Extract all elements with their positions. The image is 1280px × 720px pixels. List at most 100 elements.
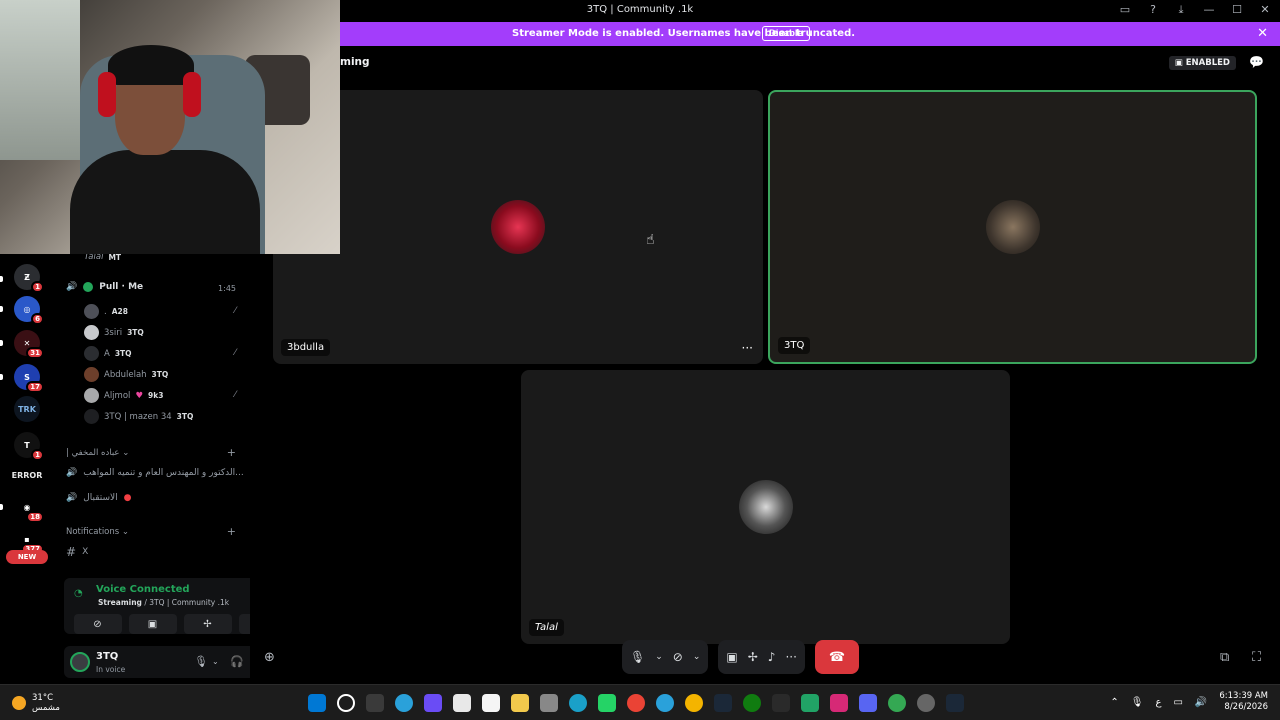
- task-view-icon[interactable]: [366, 694, 384, 712]
- chevron-down-icon[interactable]: ⌄: [693, 652, 701, 662]
- new-pill[interactable]: NEW: [6, 550, 48, 564]
- user-name: 3TQ | mazen 34: [104, 411, 172, 422]
- text-channel[interactable]: # X: [66, 545, 88, 559]
- telegram-icon[interactable]: [395, 694, 413, 712]
- microphone-icon[interactable]: 🎙: [1131, 697, 1144, 708]
- voice-channel[interactable]: 🔊 الاستقبال ●: [66, 493, 132, 503]
- server-icon[interactable]: S 17: [14, 364, 44, 393]
- server-icon[interactable]: Ƶ1: [14, 264, 44, 293]
- store-icon[interactable]: [453, 694, 471, 712]
- telegram-icon[interactable]: [656, 694, 674, 712]
- voice-user[interactable]: . A28: [84, 304, 128, 319]
- chevron-down-icon[interactable]: ⌄: [655, 652, 663, 662]
- server-icon[interactable]: T1: [14, 432, 44, 461]
- server-icon[interactable]: ✕ 31: [14, 330, 44, 359]
- disable-streamer-mode-button[interactable]: Disable: [762, 26, 810, 41]
- avatar: [84, 367, 99, 382]
- inbox-icon[interactable]: ▭: [1118, 3, 1132, 17]
- close-banner-icon[interactable]: ✕: [1257, 26, 1268, 41]
- channel-name: الاستقبال: [83, 493, 118, 503]
- server-rail: Ƶ1 ◎ 6 ✕ 31 S 17 TRK T1 ERROR ◉ 18 ▪ 377 NEW: [0, 254, 54, 684]
- chevron-down-icon[interactable]: ⌄: [212, 657, 219, 666]
- heart-icon: ♥: [135, 390, 144, 401]
- voice-connected-title[interactable]: Voice Connected: [96, 584, 190, 595]
- voice-user[interactable]: Abdulelah 3TQ: [84, 367, 168, 382]
- camera-off-icon[interactable]: ⊘: [673, 650, 683, 664]
- share-screen-icon[interactable]: ▣: [726, 650, 737, 664]
- maximize-icon[interactable]: ☐: [1230, 3, 1244, 17]
- voice-user[interactable]: A 3TQ: [84, 346, 132, 361]
- minimize-icon[interactable]: —: [1202, 3, 1216, 17]
- close-window-icon[interactable]: ✕: [1258, 3, 1272, 17]
- volume-icon[interactable]: 🔊: [1195, 697, 1207, 708]
- chat-icon[interactable]: 💬: [1249, 55, 1264, 69]
- streamer-mode-enabled-badge[interactable]: ▣ ENABLED: [1168, 56, 1236, 70]
- category-header[interactable]: | عباده المخفي ⌄: [66, 448, 129, 458]
- voice-channel-name: Pull · Me: [99, 282, 144, 292]
- server-icon[interactable]: ▪ 377: [14, 526, 44, 555]
- discord-icon[interactable]: [859, 694, 877, 712]
- xbox-icon[interactable]: [743, 694, 761, 712]
- user-name: 3siri: [104, 327, 123, 338]
- search-icon[interactable]: [337, 694, 355, 712]
- disconnect-button[interactable]: ☎: [814, 640, 859, 674]
- language-indicator[interactable]: ع: [1156, 697, 1162, 708]
- channel-header-title: ming: [340, 56, 370, 68]
- steam-icon[interactable]: [714, 694, 732, 712]
- voice-user[interactable]: 3siri 3TQ: [84, 325, 144, 340]
- server-icon[interactable]: TRK: [14, 396, 40, 422]
- add-channel-icon[interactable]: +: [227, 446, 236, 459]
- muted-icon: ⁄: [234, 306, 236, 316]
- avatar: [738, 480, 793, 534]
- activities-button[interactable]: ✢: [183, 614, 232, 634]
- start-icon[interactable]: [308, 694, 326, 712]
- server-icon[interactable]: ◉ 18: [14, 494, 44, 523]
- server-icon[interactable]: ERROR: [12, 462, 42, 488]
- obs-icon[interactable]: [917, 694, 935, 712]
- soundboard-icon[interactable]: ♪: [768, 650, 776, 664]
- voice-user[interactable]: 3TQ | mazen 34 3TQ: [84, 409, 193, 424]
- download-icon[interactable]: ⤓: [1174, 3, 1188, 17]
- popout-icon[interactable]: ⧉: [1220, 650, 1229, 665]
- clock[interactable]: 6:13:39 AM 8/26/2026: [1219, 691, 1268, 713]
- chrome-icon[interactable]: [627, 694, 645, 712]
- instagram-icon[interactable]: [830, 694, 848, 712]
- file-explorer-icon[interactable]: [511, 694, 529, 712]
- network-icon[interactable]: ▭: [1173, 697, 1182, 708]
- copilot-icon[interactable]: [424, 694, 442, 712]
- category-name: | عباده المخفي: [66, 448, 120, 458]
- more-options-icon[interactable]: ···: [785, 650, 796, 664]
- camera-off-button[interactable]: ⊘: [73, 614, 122, 634]
- microphone-icon[interactable]: 🎙: [630, 650, 645, 664]
- chrome-canary-icon[interactable]: [685, 694, 703, 712]
- add-person-icon[interactable]: ⊕: [264, 650, 275, 665]
- more-options-icon[interactable]: ···: [742, 341, 753, 355]
- notepad-icon[interactable]: [482, 694, 500, 712]
- user-tag: 9k3: [148, 391, 164, 400]
- voice-channel-pull-me[interactable]: 🔊 Pull · Me: [66, 282, 143, 292]
- voice-channel[interactable]: 🔊 الدكتور و المهندس العام و تنميه المواهب…: [66, 468, 244, 478]
- voice-user[interactable]: Aljmol ♥ 9k3: [84, 388, 163, 403]
- chrome-icon[interactable]: [888, 694, 906, 712]
- add-channel-icon[interactable]: +: [227, 525, 236, 538]
- weather-widget[interactable]: 31°C مشمس: [12, 693, 60, 713]
- server-icon[interactable]: ◎ 6: [14, 296, 44, 325]
- headphones-icon[interactable]: 🎧: [230, 655, 244, 668]
- edge-icon[interactable]: [569, 694, 587, 712]
- epic-games-icon[interactable]: [772, 694, 790, 712]
- activities-icon[interactable]: ✢: [748, 650, 758, 664]
- whatsapp-icon[interactable]: [598, 694, 616, 712]
- help-icon[interactable]: ?: [1146, 3, 1160, 17]
- microphone-icon[interactable]: 🎙: [194, 655, 208, 668]
- participant-tile-speaking[interactable]: 3TQ: [768, 90, 1257, 364]
- avatar[interactable]: [70, 652, 90, 672]
- steam-icon[interactable]: [946, 694, 964, 712]
- participant-tile[interactable]: Talal: [521, 370, 1010, 644]
- share-screen-button[interactable]: ▣: [128, 614, 177, 634]
- category-header[interactable]: Notifications ⌄: [66, 527, 129, 537]
- participant-tile[interactable]: 3bdulla ···: [273, 90, 763, 364]
- app-icon[interactable]: [540, 694, 558, 712]
- excel-icon[interactable]: [801, 694, 819, 712]
- chevron-up-icon[interactable]: ⌃: [1110, 697, 1118, 708]
- fullscreen-icon[interactable]: ⛶: [1252, 650, 1261, 665]
